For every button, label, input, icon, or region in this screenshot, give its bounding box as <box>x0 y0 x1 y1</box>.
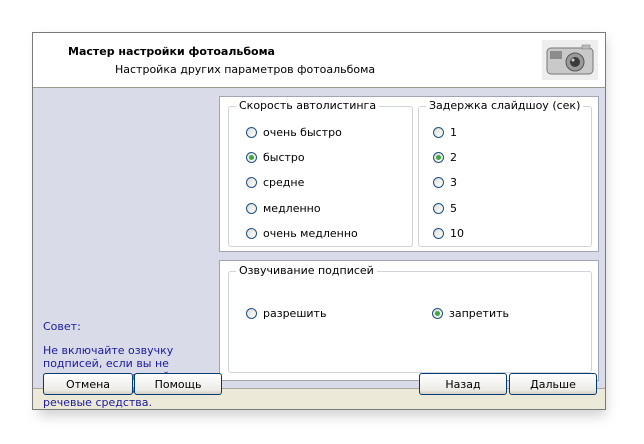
camera-icon <box>542 40 598 80</box>
voice-panel: Озвучивание подписей разрешить запретить <box>219 260 599 381</box>
radio-label: запретить <box>449 307 509 320</box>
delay-option-2[interactable]: 2 <box>433 151 457 164</box>
wizard-subtitle: Настройка других параметров фотоальбома <box>115 63 376 76</box>
delay-option-5[interactable]: 5 <box>433 202 457 215</box>
speed-group: Скорость автолистинга очень быстро быстр… <box>228 99 413 247</box>
radio-circle-selected <box>246 152 257 163</box>
voice-group-legend: Озвучивание подписей <box>236 264 377 277</box>
radio-circle <box>246 127 257 138</box>
radio-circle <box>246 308 257 319</box>
radio-label: разрешить <box>263 307 327 320</box>
radio-label: медленно <box>263 202 321 215</box>
wizard-header: Мастер настройки фотоальбома Настройка д… <box>33 33 605 88</box>
speed-group-legend: Скорость автолистинга <box>236 99 380 112</box>
radio-circle <box>246 177 257 188</box>
radio-circle <box>433 228 444 239</box>
radio-circle <box>433 203 444 214</box>
voice-group: Озвучивание подписей разрешить запретить <box>228 264 592 373</box>
radio-circle <box>246 203 257 214</box>
wizard-body: Совет: Не включайте озвучку подписей, ес… <box>33 88 605 409</box>
voice-option-allow[interactable]: разрешить <box>246 307 326 320</box>
speed-option-fast[interactable]: быстро <box>246 151 305 164</box>
speed-option-slow[interactable]: медленно <box>246 202 321 215</box>
radio-label: быстро <box>263 151 305 164</box>
delay-option-3[interactable]: 3 <box>433 176 457 189</box>
wizard-window: Мастер настройки фотоальбома Настройка д… <box>32 32 606 410</box>
back-button[interactable]: Назад <box>419 373 507 395</box>
delay-group-legend: Задержка слайдшоу (сек) <box>426 99 584 112</box>
delay-option-1[interactable]: 1 <box>433 126 457 139</box>
radio-label: 10 <box>450 227 464 240</box>
wizard-title: Мастер настройки фотоальбома <box>68 45 275 58</box>
cancel-button[interactable]: Отмена <box>43 373 133 395</box>
delay-group: Задержка слайдшоу (сек) 1 2 3 5 10 <box>418 99 592 247</box>
next-button[interactable]: Дальше <box>509 373 597 395</box>
radio-label: средне <box>263 176 305 189</box>
voice-option-deny[interactable]: запретить <box>432 307 509 320</box>
radio-label: 5 <box>450 202 457 215</box>
radio-circle <box>433 177 444 188</box>
speed-option-very-fast[interactable]: очень быстро <box>246 126 342 139</box>
speed-option-very-slow[interactable]: очень медленно <box>246 227 358 240</box>
settings-panel: Скорость автолистинга очень быстро быстр… <box>219 96 599 252</box>
radio-label: 2 <box>450 151 457 164</box>
tip-title: Совет: <box>43 320 81 333</box>
radio-circle-selected <box>432 308 443 319</box>
radio-circle-selected <box>433 152 444 163</box>
radio-circle <box>246 228 257 239</box>
radio-label: 3 <box>450 176 457 189</box>
radio-circle <box>433 127 444 138</box>
radio-label: 1 <box>450 126 457 139</box>
radio-label: очень быстро <box>263 126 342 139</box>
radio-label: очень медленно <box>263 227 358 240</box>
speed-option-medium[interactable]: средне <box>246 176 304 189</box>
delay-option-10[interactable]: 10 <box>433 227 464 240</box>
help-button[interactable]: Помощь <box>134 373 222 395</box>
